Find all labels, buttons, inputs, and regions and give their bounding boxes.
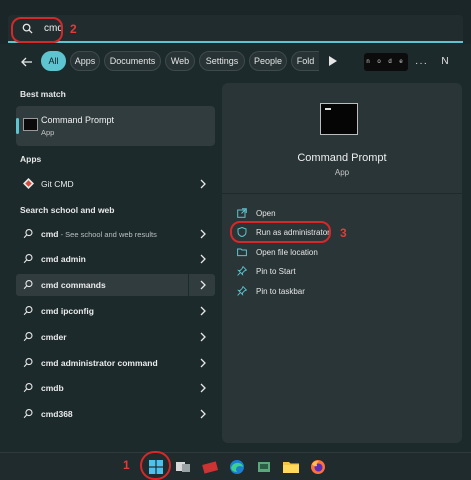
pin-icon xyxy=(237,266,247,276)
app-red-icon[interactable] xyxy=(201,458,219,476)
folder-icon xyxy=(237,248,247,257)
file-explorer-icon[interactable] xyxy=(282,458,300,476)
search-icon xyxy=(23,254,33,264)
search-icon xyxy=(23,358,33,368)
web-result-suffix: - See school and web results xyxy=(58,230,157,239)
search-icon xyxy=(23,306,33,316)
back-arrow-icon[interactable] xyxy=(20,55,34,69)
filter-chip-web[interactable]: Web xyxy=(165,51,195,71)
command-prompt-icon xyxy=(320,103,358,135)
selection-accent xyxy=(16,118,19,134)
web-result-selected[interactable]: cmd commands xyxy=(16,274,215,296)
annotation-circle-run-as-admin xyxy=(230,221,331,243)
best-match-heading: Best match xyxy=(20,89,66,99)
web-result-bold: cmd xyxy=(41,229,59,239)
web-result-bold: cmd368 xyxy=(41,409,73,419)
apps-heading: Apps xyxy=(20,154,42,164)
filter-chip-people[interactable]: People xyxy=(249,51,287,71)
app-result-git-cmd[interactable]: Git CMD xyxy=(16,173,215,195)
web-result-bold: cmd administrator command xyxy=(41,358,158,368)
pin-icon xyxy=(237,286,247,296)
edge-browser-icon[interactable] xyxy=(228,458,246,476)
action-pin-to-taskbar[interactable]: Pin to taskbar xyxy=(234,283,434,301)
web-result[interactable]: cmd admin xyxy=(16,248,215,270)
command-prompt-icon xyxy=(23,118,38,131)
web-result[interactable]: cmdb xyxy=(16,377,215,399)
filter-chip-settings[interactable]: Settings xyxy=(199,51,245,71)
chevron-right-icon[interactable] xyxy=(199,409,207,419)
promo-badge[interactable]: n o d e xyxy=(364,53,408,71)
chevron-right-icon[interactable] xyxy=(199,254,207,264)
web-result[interactable]: cmder xyxy=(16,326,215,348)
web-result-bold: cmd ipconfig xyxy=(41,306,94,316)
web-result[interactable]: cmd - See school and web results xyxy=(16,223,215,245)
action-pin-to-start[interactable]: Pin to Start xyxy=(234,263,434,281)
chevron-right-icon[interactable] xyxy=(199,280,207,290)
divider xyxy=(222,193,462,194)
filter-chip-all[interactable]: All xyxy=(41,51,66,71)
action-label: Open file location xyxy=(256,248,318,257)
web-result-label: cmder xyxy=(41,332,67,342)
annotation-number-2: 2 xyxy=(70,22,77,36)
open-icon xyxy=(237,208,247,218)
app-green-icon[interactable] xyxy=(255,458,273,476)
app-details-name: Command Prompt xyxy=(297,152,387,164)
chevron-right-icon[interactable] xyxy=(199,358,207,368)
scroll-right-icon[interactable] xyxy=(329,56,337,66)
annotation-circle-search xyxy=(11,17,63,43)
chevron-right-icon[interactable] xyxy=(199,332,207,342)
web-result-label: cmd368 xyxy=(41,409,73,419)
filter-chip-documents[interactable]: Documents xyxy=(104,51,161,71)
search-icon xyxy=(23,332,33,342)
web-result-label: cmd - See school and web results xyxy=(41,229,157,239)
web-result-bold: cmd commands xyxy=(41,280,106,290)
web-result-label: cmd ipconfig xyxy=(41,306,94,316)
best-match-name: Command Prompt xyxy=(41,115,115,125)
chevron-right-icon[interactable] xyxy=(199,229,207,239)
web-result-label: cmd commands xyxy=(41,280,106,290)
chevron-right-icon[interactable] xyxy=(199,179,207,189)
app-details-pane: Command Prompt App Open Run as administr… xyxy=(222,83,462,443)
annotation-number-1: 1 xyxy=(123,458,130,472)
git-cmd-icon xyxy=(23,178,34,189)
chevron-right-icon[interactable] xyxy=(199,306,207,316)
more-options-icon[interactable]: ··· xyxy=(415,58,428,69)
best-match-command-prompt[interactable]: Command Prompt App xyxy=(16,106,215,146)
web-result-label: cmdb xyxy=(41,383,64,393)
search-icon xyxy=(23,280,33,290)
search-icon xyxy=(23,229,33,239)
annotation-number-3: 3 xyxy=(340,226,347,240)
web-result-bold: cmder xyxy=(41,332,67,342)
web-heading: Search school and web xyxy=(20,205,115,215)
action-label: Open xyxy=(256,209,276,218)
app-details-type: App xyxy=(334,168,350,177)
web-result[interactable]: cmd administrator command xyxy=(16,352,215,374)
action-open-file-location[interactable]: Open file location xyxy=(234,244,434,262)
filter-chip-folders[interactable]: Fold xyxy=(291,51,319,71)
firefox-icon[interactable] xyxy=(309,458,327,476)
action-label: Pin to taskbar xyxy=(256,287,305,296)
app-result-label: Git CMD xyxy=(41,179,74,189)
filter-chip-apps[interactable]: Apps xyxy=(70,51,100,71)
task-view-icon[interactable] xyxy=(174,458,192,476)
web-result-bold: cmd admin xyxy=(41,254,86,264)
web-result[interactable]: cmd368 xyxy=(16,403,215,425)
search-icon xyxy=(23,409,33,419)
action-label: Pin to Start xyxy=(256,267,296,276)
search-icon xyxy=(23,383,33,393)
best-match-type: App xyxy=(41,128,55,137)
web-result[interactable]: cmd ipconfig xyxy=(16,300,215,322)
web-result-label: cmd administrator command xyxy=(41,358,158,368)
chevron-right-icon[interactable] xyxy=(199,383,207,393)
web-result-label: cmd admin xyxy=(41,254,86,264)
taskbar xyxy=(0,452,471,480)
web-result-bold: cmdb xyxy=(41,383,64,393)
annotation-circle-start xyxy=(140,451,171,480)
avatar[interactable]: N xyxy=(435,52,455,72)
